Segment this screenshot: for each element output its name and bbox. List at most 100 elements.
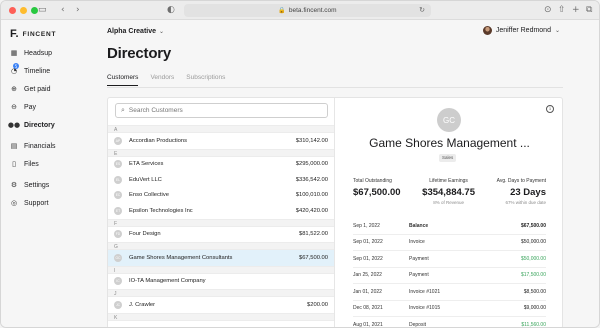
support-icon: ◎ (10, 199, 18, 207)
letter-header: I (108, 265, 334, 274)
chevron-down-icon: ⌄ (554, 28, 560, 34)
customer-name: J. Crawler (129, 301, 156, 308)
stat-lifetime-earnings: Lifetime Earnings $354,884.75 8% of Reve… (422, 178, 475, 205)
ledger-amount: $8,500.00 (523, 288, 546, 295)
customer-initials-avatar: ES (114, 160, 122, 169)
ledger-row[interactable]: Sep 01, 2022 Payment $50,000.00 (353, 251, 546, 268)
sidebar-item-label: Headsup (24, 49, 53, 57)
customer-row[interactable]: FD Four Design $81,522.00 (108, 227, 334, 243)
company-name: Alpha Creative (107, 28, 157, 35)
ledger-row[interactable]: Sep 01, 2022 Invoice $50,000.00 (353, 235, 546, 251)
ledger-amount: $17,500.00 (520, 272, 546, 279)
search-input[interactable] (128, 107, 309, 114)
ledger-type: Payment (409, 272, 429, 279)
letter-header: J (108, 289, 334, 297)
customer-list-pane: ⌕ AAPAccordian Productions$310,142.00EES… (108, 98, 335, 327)
zoom-window-button[interactable] (31, 7, 38, 14)
ledger-date: Sep 1, 2022 (353, 222, 380, 229)
customer-detail-pane: i GC Game Shores Management ... Sales To… (335, 98, 562, 328)
sidebar-item-financials[interactable]: ▤ Financials (10, 141, 56, 151)
ledger-row[interactable]: Aug 01, 2021 Deposit $11,560.00 (353, 317, 546, 328)
ledger-date: Dec 08, 2021 (353, 305, 383, 312)
grid-icon: ▦ (10, 49, 18, 57)
address-bar[interactable]: 🔒 beta.fincent.com ↻ (184, 4, 431, 17)
sidebar-item-support[interactable]: ◎ Support (10, 198, 49, 208)
minimize-window-button[interactable] (20, 7, 27, 14)
sidebar-toggle-icon[interactable]: ▭ (38, 5, 47, 15)
tab-customers[interactable]: Customers (107, 74, 139, 86)
ledger-type: Payment (409, 255, 429, 262)
customer-row[interactable]: GC Game Shores Management Consultants $67,… (108, 250, 334, 266)
user-name: Jeniffer Redmond (495, 27, 551, 34)
ledger-type: Invoice (409, 239, 425, 246)
company-switcher[interactable]: Alpha Creative ⌄ (107, 28, 164, 35)
info-icon[interactable]: i (546, 105, 554, 113)
close-window-button[interactable] (9, 7, 16, 14)
sidebar-item-directory[interactable]: ●● Directory (8, 120, 55, 130)
customer-initials-avatar: JC (114, 300, 122, 309)
customer-row[interactable]: EL EduVert LLC $336,542.00 (108, 172, 334, 188)
new-tab-icon[interactable]: + (572, 5, 580, 15)
letter-header: A (108, 125, 334, 133)
customer-row[interactable]: EC Enso Collective $100,010.00 (108, 188, 334, 204)
stat-value: $67,500.00 (353, 187, 401, 198)
customer-row[interactable]: IC IO-TA Management Company (108, 274, 334, 290)
ledger-row[interactable]: Jan 25, 2022 Payment $17,500.00 (353, 268, 546, 284)
forward-icon[interactable]: › (76, 5, 80, 15)
ledger-amount: $50,000.00 (520, 255, 546, 262)
ledger-balance-row: Sep 1, 2022 Balance $67,500.00 (353, 218, 546, 235)
sidebar-item-pay[interactable]: ⊖ Pay (10, 102, 36, 112)
window-controls (9, 7, 38, 14)
search-box[interactable]: ⌕ (115, 103, 328, 118)
pay-icon: ⊖ (11, 103, 17, 111)
divider (107, 87, 563, 88)
ledger-type: Deposit (409, 321, 426, 328)
tab-vendors[interactable]: Vendors (150, 74, 174, 86)
letter-header: K (108, 312, 334, 321)
tab-overview-icon[interactable]: ⧉ (586, 5, 592, 15)
shield-icon[interactable]: ◐ (167, 5, 175, 15)
reload-icon[interactable]: ↻ (419, 6, 425, 14)
logo[interactable]: F. FINCENT (10, 28, 56, 40)
sidebar-item-get-paid[interactable]: ⊕ Get paid (10, 84, 50, 94)
tab-subscriptions[interactable]: Subscriptions (186, 74, 225, 86)
customer-row[interactable]: ET Epsilon Technologies Inc $420,420.00 (108, 203, 334, 219)
customer-avatar: GC (437, 108, 461, 132)
timeline-icon: ◔ 5 (10, 63, 19, 75)
customer-row[interactable]: AP Accordian Productions $310,142.00 (108, 133, 334, 149)
user-menu[interactable]: Jeniffer Redmond ⌄ (482, 26, 560, 35)
ledger-row[interactable]: Jan 01, 2022 Invoice #1021 $8,500.00 (353, 284, 546, 301)
gear-icon: ⚙ (10, 181, 18, 189)
sidebar-item-timeline[interactable]: ◔ 5 Timeline (10, 63, 51, 76)
sidebar-item-label: Settings (24, 181, 50, 189)
customer-row[interactable]: JC J. Crawler $200.00 (108, 297, 334, 313)
ledger-row[interactable]: Dec 08, 2021 Invoice #1015 $9,000.00 (353, 301, 546, 317)
sidebar: F. FINCENT ▦ Headsup ◔ 5 Timeline ⊕ Get p… (1, 20, 86, 327)
customer-name: Epsilon Technologies Inc (129, 207, 193, 214)
sidebar-item-headsup[interactable]: ▦ Headsup (10, 48, 52, 58)
sidebar-item-label: Timeline (24, 67, 51, 75)
page-title: Directory (107, 45, 172, 62)
customer-row[interactable]: ES ETA Services $295,000.00 (108, 157, 334, 173)
customer-name: EduVert LLC (129, 176, 162, 183)
customer-name: IO-TA Management Company (129, 278, 206, 285)
stat-label: Lifetime Earnings (429, 178, 468, 184)
customer-balance: $200.00 (307, 301, 328, 308)
customer-initials-avatar: AP (114, 136, 122, 145)
sidebar-item-files[interactable]: ▯ Files (10, 159, 39, 169)
back-icon[interactable]: ‹ (61, 5, 65, 15)
sidebar-item-settings[interactable]: ⚙ Settings (10, 180, 49, 190)
customer-stats: Total Outstanding $67,500.00 Lifetime Ea… (353, 178, 546, 205)
sidebar-item-label: Support (24, 199, 49, 207)
stat-total-outstanding: Total Outstanding $67,500.00 (353, 178, 401, 205)
customer-balance: $420,420.00 (295, 207, 328, 214)
customer-balance: $67,500.00 (298, 254, 328, 261)
download-icon[interactable]: ⊙ (544, 5, 552, 15)
share-icon[interactable]: ⇧ (558, 5, 566, 15)
customer-balance: $295,000.00 (295, 161, 328, 168)
ledger-type: Balance (409, 222, 429, 229)
ledger-date: Sep 01, 2022 (353, 255, 383, 262)
customer-list: A AP Accordian Productions $310,142.00 E ES ET… (108, 125, 334, 321)
customer-tag[interactable]: Sales (439, 154, 457, 162)
stat-avg-days-to-payment: Avg. Days to Payment 23 Days 67% within … (497, 178, 546, 205)
